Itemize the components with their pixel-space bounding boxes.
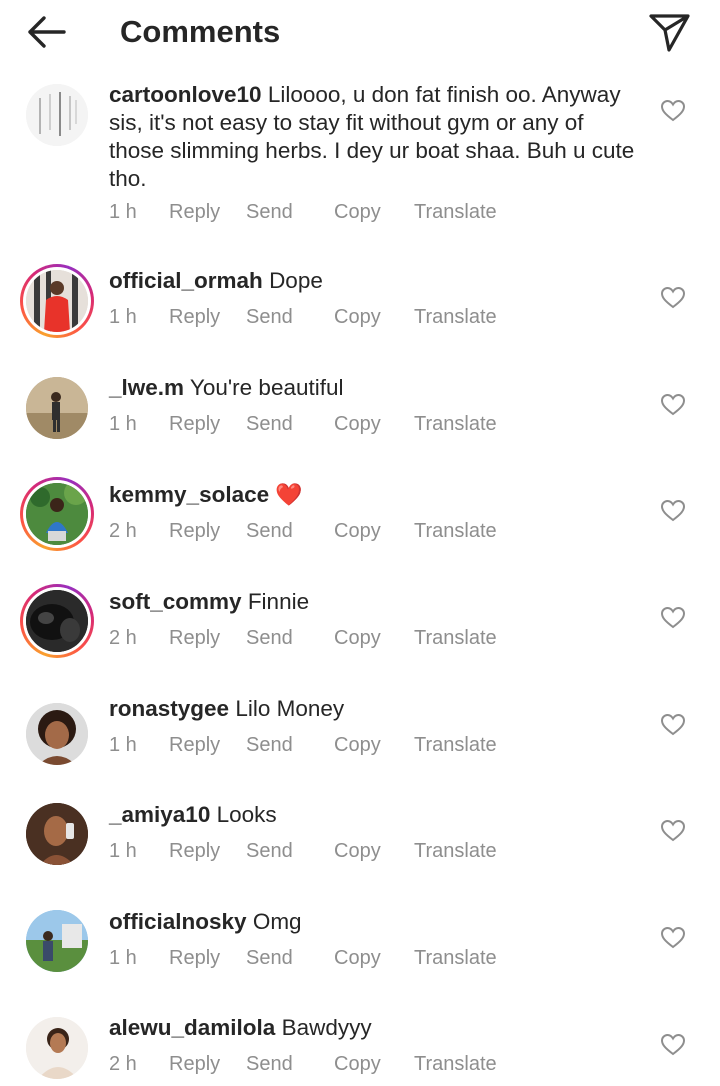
heart-outline-icon[interactable] — [660, 98, 686, 124]
send-button[interactable]: Send — [246, 731, 293, 759]
avatar[interactable] — [20, 1011, 94, 1085]
comment-body: You're beautiful — [189, 375, 344, 400]
comment-text: official_ormah Dope — [109, 267, 639, 295]
heart-outline-icon[interactable] — [660, 925, 686, 951]
comment-username[interactable]: official_ormah — [109, 268, 263, 293]
avatar[interactable] — [20, 264, 94, 338]
translate-button[interactable]: Translate — [414, 731, 497, 759]
page-title: Comments — [120, 14, 281, 49]
avatar[interactable] — [20, 78, 94, 152]
copy-button[interactable]: Copy — [334, 624, 381, 652]
comment-body: Lilo Money — [235, 696, 345, 721]
copy-button[interactable]: Copy — [334, 837, 381, 865]
reply-button[interactable]: Reply — [169, 410, 220, 438]
send-button[interactable]: Send — [246, 303, 293, 331]
copy-button[interactable]: Copy — [334, 731, 381, 759]
reply-button[interactable]: Reply — [169, 303, 220, 331]
heart-outline-icon[interactable] — [660, 392, 686, 418]
send-button[interactable]: Send — [246, 410, 293, 438]
translate-button[interactable]: Translate — [414, 517, 497, 545]
share-button[interactable] — [648, 10, 692, 54]
comment-time: 2 h — [109, 1053, 137, 1075]
comment-text: _lwe.m You're beautiful — [109, 374, 639, 402]
avatar[interactable] — [20, 697, 94, 771]
avatar[interactable] — [20, 477, 94, 551]
reply-button[interactable]: Reply — [169, 944, 220, 972]
send-button[interactable]: Send — [246, 624, 293, 652]
heart-outline-icon[interactable] — [660, 818, 686, 844]
comment-username[interactable]: _lwe.m — [109, 375, 184, 400]
reply-button[interactable]: Reply — [169, 517, 220, 545]
comment-time: 1 h — [109, 306, 137, 328]
reply-button[interactable]: Reply — [169, 1050, 220, 1078]
copy-button[interactable]: Copy — [334, 198, 381, 226]
top-bar: Comments — [0, 0, 720, 64]
comment-time: 1 h — [109, 734, 137, 756]
send-button[interactable]: Send — [246, 1050, 293, 1078]
heart-outline-icon[interactable] — [660, 285, 686, 311]
translate-button[interactable]: Translate — [414, 837, 497, 865]
heart-outline-icon[interactable] — [660, 605, 686, 631]
reply-button[interactable]: Reply — [169, 731, 220, 759]
comment-text: _amiya10 Looks — [109, 801, 639, 829]
heart-outline-icon[interactable] — [660, 498, 686, 524]
translate-button[interactable]: Translate — [414, 944, 497, 972]
comment-body: Looks — [216, 802, 277, 827]
avatar[interactable] — [20, 904, 94, 978]
comment-time: 1 h — [109, 840, 137, 862]
avatar[interactable] — [20, 584, 94, 658]
comment-text: soft_commy Finnie — [109, 588, 639, 616]
send-button[interactable]: Send — [246, 837, 293, 865]
arrow-left-icon — [28, 16, 66, 48]
comment-time: 2 h — [109, 627, 137, 649]
back-button[interactable] — [22, 12, 70, 52]
translate-button[interactable]: Translate — [414, 1050, 497, 1078]
copy-button[interactable]: Copy — [334, 410, 381, 438]
comment-username[interactable]: cartoonlove10 — [109, 82, 262, 107]
translate-button[interactable]: Translate — [414, 410, 497, 438]
reply-button[interactable]: Reply — [169, 624, 220, 652]
comment-username[interactable]: kemmy_solace — [109, 482, 269, 507]
send-button[interactable]: Send — [246, 198, 293, 226]
comment-text: cartoonlove10 Liloooo, u don fat finish … — [109, 81, 639, 193]
comment-text: officialnosky Omg — [109, 908, 639, 936]
comment-username[interactable]: ronastygee — [109, 696, 229, 721]
translate-button[interactable]: Translate — [414, 303, 497, 331]
send-button[interactable]: Send — [246, 944, 293, 972]
comment-body: Dope — [269, 268, 323, 293]
comment-username[interactable]: _amiya10 — [109, 802, 210, 827]
send-button[interactable]: Send — [246, 517, 293, 545]
comment-time: 2 h — [109, 520, 137, 542]
comment-text: kemmy_solace ❤️ — [109, 481, 639, 509]
comment-text: alewu_damilola Bawdyyy — [109, 1014, 639, 1042]
comment-username[interactable]: soft_commy — [109, 589, 242, 614]
heart-outline-icon[interactable] — [660, 1032, 686, 1058]
comment-body: Finnie — [247, 589, 310, 614]
comment-time: 1 h — [109, 413, 137, 435]
heart-outline-icon[interactable] — [660, 712, 686, 738]
comment-username[interactable]: officialnosky — [109, 909, 247, 934]
reply-button[interactable]: Reply — [169, 198, 220, 226]
comment-body: Bawdyyy — [281, 1015, 372, 1040]
copy-button[interactable]: Copy — [334, 1050, 381, 1078]
copy-button[interactable]: Copy — [334, 944, 381, 972]
comment-body: Omg — [252, 909, 302, 934]
copy-button[interactable]: Copy — [334, 517, 381, 545]
copy-button[interactable]: Copy — [334, 303, 381, 331]
translate-button[interactable]: Translate — [414, 624, 497, 652]
red-heart-emoji: ❤️ — [275, 482, 303, 507]
comment-time: 1 h — [109, 201, 137, 223]
comment-username[interactable]: alewu_damilola — [109, 1015, 275, 1040]
reply-button[interactable]: Reply — [169, 837, 220, 865]
comment-text: ronastygee Lilo Money — [109, 695, 639, 723]
comment-time: 1 h — [109, 947, 137, 969]
avatar[interactable] — [20, 797, 94, 871]
paper-plane-icon — [649, 14, 690, 52]
avatar[interactable] — [20, 371, 94, 445]
translate-button[interactable]: Translate — [414, 198, 497, 226]
